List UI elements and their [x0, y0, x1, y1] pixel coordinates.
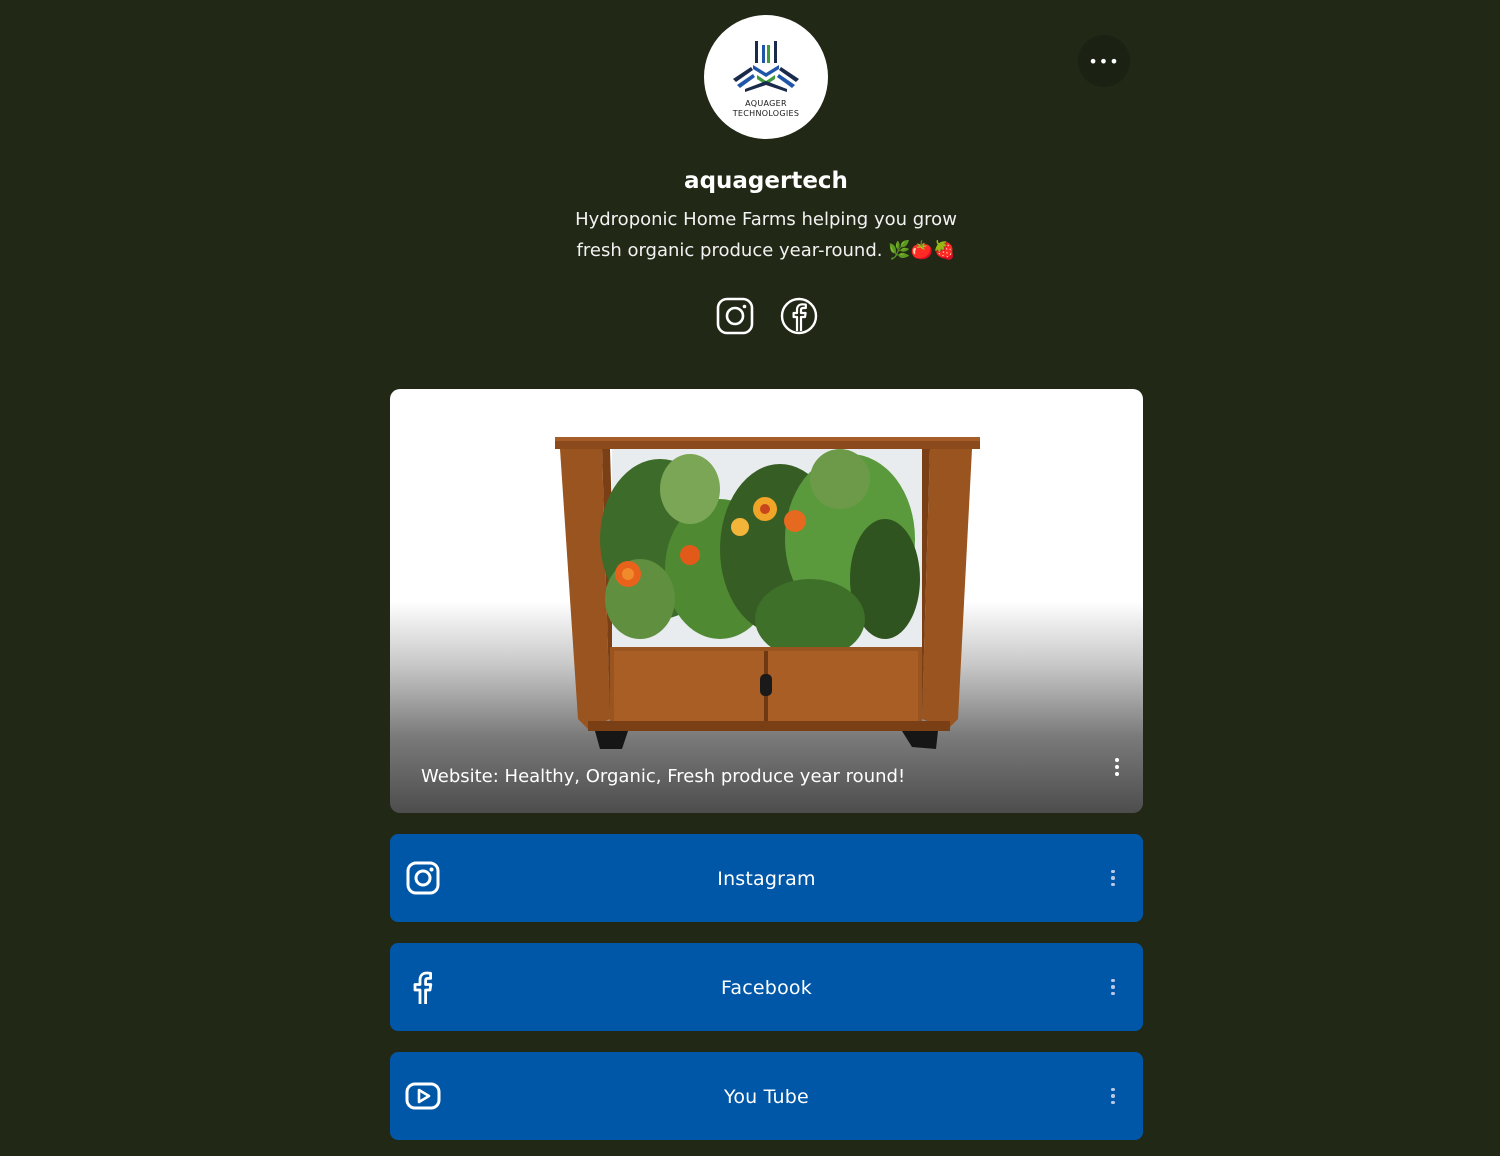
logo-line-2: TECHNOLOGIES [732, 109, 800, 118]
social-icons-row [716, 297, 818, 337]
kebab-dot [1111, 876, 1115, 880]
kebab-dot [1111, 991, 1115, 996]
more-options-button[interactable]: ••• [1078, 35, 1130, 87]
link-button-youtube[interactable]: You Tube [390, 1052, 1143, 1140]
hydroponic-planter-image [555, 437, 980, 749]
kebab-dot [1115, 758, 1119, 762]
link-label-facebook: Facebook [721, 977, 812, 999]
aquager-logo-icon [733, 41, 799, 92]
logo-wordmark: AQUAGER TECHNOLOGIES [733, 99, 800, 119]
featured-link-options-button[interactable] [1107, 755, 1127, 779]
logo-line-1: AQUAGER [745, 99, 787, 108]
profile-avatar: AQUAGER TECHNOLOGIES [704, 15, 828, 139]
kebab-dot [1115, 772, 1119, 776]
kebab-dot [1111, 1087, 1115, 1092]
profile-username: aquagertech [684, 168, 848, 194]
kebab-dot [1111, 869, 1115, 874]
profile-bio: Hydroponic Home Farms helping you grow f… [575, 209, 957, 261]
kebab-dot [1111, 978, 1115, 983]
featured-link-title: Website: Healthy, Organic, Fresh produce… [421, 766, 906, 787]
link-options-button[interactable] [1103, 866, 1123, 890]
instagram-icon[interactable] [716, 297, 754, 335]
link-label-youtube: You Tube [724, 1086, 809, 1108]
link-button-facebook[interactable]: Facebook [390, 943, 1143, 1031]
ellipsis-icon: ••• [1088, 51, 1120, 71]
link-button-instagram[interactable]: Instagram [390, 834, 1143, 922]
facebook-icon[interactable] [780, 297, 818, 335]
kebab-dot [1111, 1100, 1115, 1105]
featured-website-link[interactable]: Website: Healthy, Organic, Fresh produce… [390, 389, 1143, 813]
kebab-dot [1115, 765, 1119, 769]
kebab-dot [1111, 882, 1115, 887]
link-options-button[interactable] [1103, 975, 1123, 999]
kebab-dot [1111, 985, 1115, 989]
link-options-button[interactable] [1103, 1084, 1123, 1108]
profile-page: AQUAGER TECHNOLOGIES ••• aquagertech Hyd… [0, 0, 1500, 1156]
link-label-instagram: Instagram [717, 868, 816, 890]
kebab-dot [1111, 1094, 1115, 1098]
